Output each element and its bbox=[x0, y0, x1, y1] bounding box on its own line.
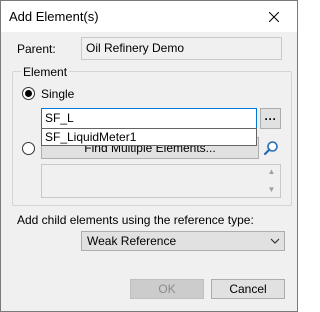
parent-field: Oil Refinery Demo bbox=[81, 37, 282, 60]
multiple-radio[interactable] bbox=[22, 142, 35, 155]
reference-type-select[interactable]: Weak Reference bbox=[81, 231, 285, 251]
browse-button[interactable]: ··· bbox=[260, 108, 281, 129]
reference-type-value: Weak Reference bbox=[87, 234, 177, 248]
autocomplete-item[interactable]: SF_LiquidMeter1 bbox=[41, 128, 257, 146]
ok-button-label: OK bbox=[158, 282, 176, 296]
parent-label: Parent: bbox=[17, 42, 56, 56]
single-element-input[interactable]: SF_L bbox=[41, 108, 257, 129]
multiple-elements-list[interactable]: ▲ ▼ bbox=[41, 164, 281, 198]
close-icon bbox=[269, 11, 279, 22]
reference-type-label: Add child elements using the reference t… bbox=[17, 213, 254, 227]
add-elements-dialog: Add Element(s) Parent: Oil Refinery Demo… bbox=[0, 0, 298, 312]
chevron-down-icon bbox=[270, 238, 280, 244]
cancel-button[interactable]: Cancel bbox=[211, 279, 285, 299]
single-radio-label[interactable]: Single bbox=[41, 87, 74, 101]
ok-button[interactable]: OK bbox=[130, 279, 204, 299]
title-bar: Add Element(s) bbox=[1, 1, 297, 32]
close-button[interactable] bbox=[251, 1, 297, 32]
list-scrollbar[interactable]: ▲ ▼ bbox=[263, 165, 280, 197]
scroll-down-icon[interactable]: ▼ bbox=[268, 186, 276, 194]
cancel-button-label: Cancel bbox=[229, 282, 267, 296]
single-radio[interactable] bbox=[22, 87, 35, 100]
scroll-up-icon[interactable]: ▲ bbox=[268, 168, 276, 176]
dialog-title: Add Element(s) bbox=[9, 9, 99, 24]
element-group-label: Element bbox=[21, 65, 70, 79]
search-button[interactable] bbox=[260, 137, 281, 159]
search-icon bbox=[263, 141, 278, 156]
